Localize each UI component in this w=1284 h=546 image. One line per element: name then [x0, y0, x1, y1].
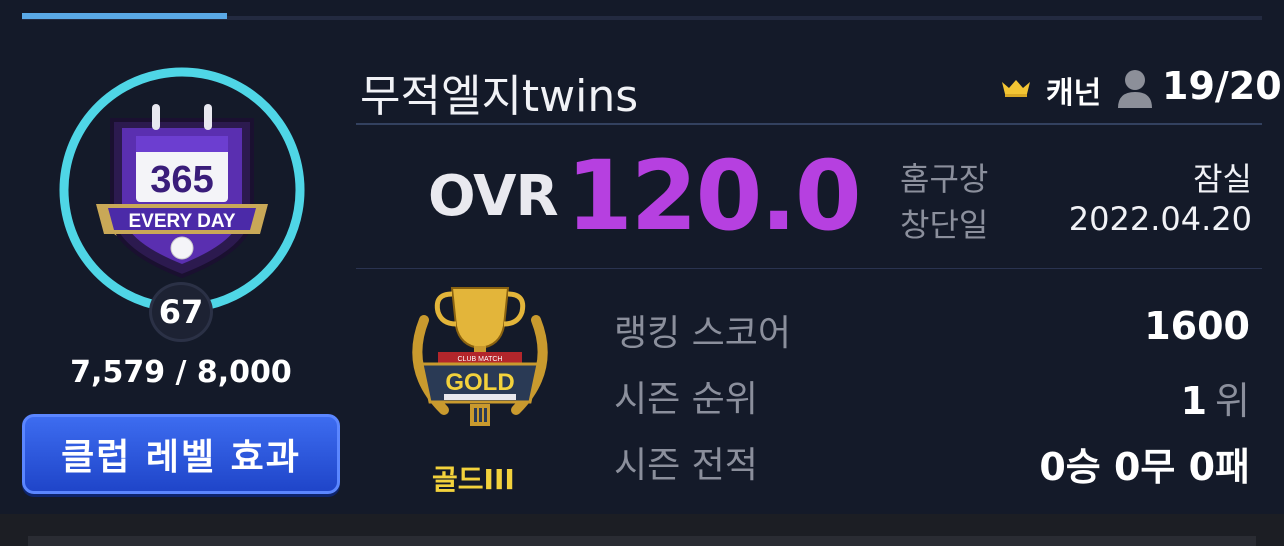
- next-panel-edge: [28, 536, 1256, 546]
- season-record-value: 0승 0무 0패: [1039, 445, 1250, 489]
- home-stadium-value: 잠실: [1193, 160, 1252, 198]
- section-divider: [356, 268, 1262, 269]
- crown-icon: [1002, 80, 1030, 97]
- home-stadium-label: 홈구장: [900, 160, 989, 198]
- season-record-label: 시즌 전적: [614, 445, 758, 486]
- svg-text:GOLD: GOLD: [445, 369, 514, 396]
- roster-count: 19/20: [1162, 64, 1282, 108]
- level-progress-ring: 365 EVERY DAY: [59, 67, 305, 313]
- svg-text:365: 365: [150, 159, 213, 201]
- founded-date-value: 2022.04.20: [1068, 200, 1252, 238]
- captain-label: 캐넌: [1046, 76, 1102, 111]
- gold-tier-emblem: CLUB MATCH GOLD: [412, 287, 548, 426]
- club-level-effect-button[interactable]: 클럽 레벨 효과: [22, 414, 340, 494]
- ovr-value: 120.0: [566, 140, 862, 252]
- svg-text:CLUB MATCH: CLUB MATCH: [458, 356, 503, 363]
- founded-date-label: 창단일: [900, 206, 989, 244]
- ranking-score-label: 랭킹 스코어: [614, 313, 792, 354]
- svg-text:EVERY DAY: EVERY DAY: [128, 211, 235, 232]
- header-divider: [356, 123, 1262, 125]
- person-icon: [1118, 70, 1152, 108]
- tier-name: 골드III: [432, 463, 515, 496]
- team-name: 무적엘지twins: [360, 71, 639, 122]
- club-emblem: 365 EVERY DAY: [56, 64, 308, 316]
- club-level-badge: 67: [149, 282, 213, 342]
- season-rank-value: 1위: [1180, 379, 1250, 423]
- club-exp-text: 7,579 / 8,000: [70, 355, 292, 390]
- ovr-label: OVR: [428, 164, 559, 229]
- tab-active-indicator[interactable]: [22, 13, 227, 19]
- ranking-score-value: 1600: [1144, 304, 1250, 348]
- season-rank-label: 시즌 순위: [614, 379, 758, 420]
